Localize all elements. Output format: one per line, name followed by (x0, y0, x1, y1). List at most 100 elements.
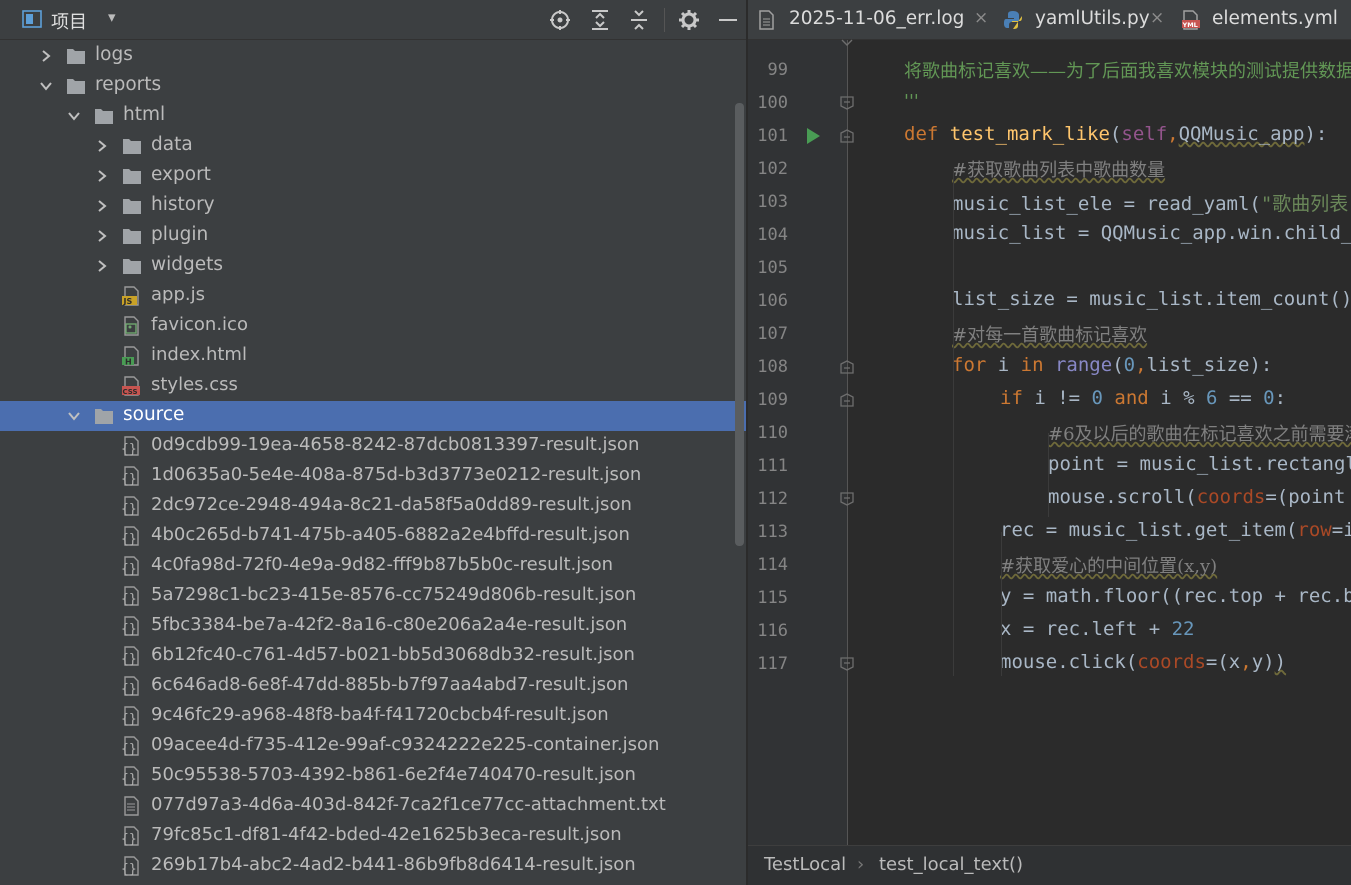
json-file-icon: {} (121, 856, 139, 876)
tree-file-row[interactable]: {} 5fbc3384-be7a-42f2-8a16-c80e206a2a4e-r… (0, 611, 746, 641)
code-line: 将歌曲标记喜欢——为了后面我喜欢模块的测试提供数据 (904, 57, 1351, 83)
svg-text:{}: {} (121, 622, 137, 636)
code-token: #6及以后的歌曲在标记喜欢之前需要滚动 (1048, 424, 1351, 445)
tree-file-row[interactable]: {} 4c0fa98d-72f0-4e9a-9d82-fff9b87b5b0c-r… (0, 551, 746, 581)
code-line: for i in range(0,list_size): (952, 354, 1272, 376)
folder-icon (123, 199, 141, 214)
code-token: x = rec.left + (1000, 618, 1172, 640)
line-number: 99 (767, 60, 788, 80)
tree-file-row[interactable]: {} 79fc85c1-df81-4f42-bded-42e1625b3eca-r… (0, 821, 746, 851)
fold-marker-icon[interactable] (840, 657, 854, 671)
tree-file-row[interactable]: {} 2dc972ce-2948-494a-8c21-da58f5a0dd89-r… (0, 491, 746, 521)
tree-scrollbar[interactable] (735, 103, 744, 546)
close-tab-icon[interactable]: × (1150, 8, 1164, 28)
tree-item-label: 2dc972ce-2948-494a-8c21-da58f5a0dd89-res… (151, 494, 632, 515)
tree-file-row[interactable]: {} 269b17b4-abc2-4ad2-b441-86b9fb8d6414-r… (0, 851, 746, 881)
tree-file-row[interactable]: {} 6b12fc40-c761-4d57-b021-bb5d3068db32-r… (0, 641, 746, 671)
project-view-dropdown-icon[interactable]: ▾ (108, 8, 116, 26)
svg-text:{}: {} (121, 682, 137, 696)
json-file-icon: {} (121, 826, 139, 846)
svg-text:{}: {} (121, 742, 137, 756)
tree-item-label: 6b12fc40-c761-4d57-b021-bb5d3068db32-res… (151, 644, 635, 665)
tree-file-row[interactable]: {} 50c95538-5703-4392-b861-6e2f4e740470-r… (0, 761, 746, 791)
tree-folder-row[interactable]: html (0, 101, 746, 131)
code-line: #获取歌曲列表中歌曲数量 (952, 156, 1165, 182)
tree-item-label: widgets (151, 254, 224, 275)
tree-file-row[interactable]: 077d97a3-4d6a-403d-842f-7ca2f1ce77cc-att… (0, 791, 746, 821)
code-token: i % (1160, 387, 1206, 409)
js-file-icon: JS (122, 286, 139, 306)
tab-label: yamlUtils.py (1035, 8, 1150, 29)
code-line: #获取爱心的中间位置(x,y) (1000, 552, 1217, 578)
fold-marker-icon[interactable] (840, 129, 854, 143)
tree-folder-row[interactable]: source (0, 401, 746, 431)
close-tab-icon[interactable]: × (974, 8, 988, 28)
json-file-icon: {} (121, 526, 139, 546)
svg-text:{}: {} (121, 472, 137, 486)
code-token: == (1217, 387, 1264, 409)
chevron-right-icon[interactable] (95, 131, 109, 161)
code-token: point = music_list.rectangle() (1048, 453, 1351, 475)
tree-folder-row[interactable]: logs (0, 41, 746, 71)
code-line: #对每一首歌曲标记喜欢 (952, 321, 1147, 347)
tree-file-row[interactable]: {} 9c46fc29-a968-48f8-ba4f-f41720cbcb4f-r… (0, 701, 746, 731)
tree-item-label: 077d97a3-4d6a-403d-842f-7ca2f1ce77cc-att… (151, 794, 666, 815)
project-panel-title[interactable]: 项目 (51, 8, 87, 34)
tree-file-row[interactable]: {} 4b0c265d-b741-475b-a405-6882a2e4bffd-r… (0, 521, 746, 551)
fold-marker-icon[interactable] (840, 360, 854, 374)
tree-file-row[interactable]: {} 1d0635a0-5e4e-408a-875d-b3d3773e0212-r… (0, 461, 746, 491)
chevron-down-icon[interactable] (67, 401, 81, 431)
chevron-right-icon[interactable] (95, 251, 109, 281)
minimize-icon[interactable] (715, 7, 741, 33)
tree-file-row[interactable]: JS app.js (0, 281, 746, 311)
html-file-icon: H (122, 346, 139, 366)
fold-marker-icon[interactable] (840, 96, 854, 110)
tree-file-row[interactable]: favicon.ico (0, 311, 746, 341)
tree-item-label: logs (95, 44, 133, 65)
tree-folder-row[interactable]: reports (0, 71, 746, 101)
chevron-down-icon[interactable] (67, 101, 81, 131)
tree-file-row[interactable]: {} 0d9cdb99-19ea-4658-8242-87dcb0813397-r… (0, 431, 746, 461)
chevron-right-icon[interactable] (39, 41, 53, 71)
folder-icon (123, 169, 141, 184)
svg-text:{}: {} (121, 532, 137, 546)
fold-marker-icon[interactable] (840, 393, 854, 407)
code-token: #对每一首歌曲标记喜欢 (952, 325, 1148, 346)
breadcrumb-separator: › (857, 854, 865, 875)
tree-folder-row[interactable]: plugin (0, 221, 746, 251)
breadcrumb-class[interactable]: TestLocal (764, 854, 846, 875)
json-file-icon: {} (121, 556, 139, 576)
chevron-down-icon[interactable] (39, 71, 53, 101)
run-test-icon[interactable] (805, 127, 821, 145)
tree-file-row[interactable]: {} 09acee4d-f735-412e-99af-c9324222e225-c… (0, 731, 746, 761)
gear-icon[interactable] (676, 7, 702, 33)
fold-marker-icon[interactable] (840, 38, 854, 52)
chevron-right-icon[interactable] (95, 161, 109, 191)
fold-marker-icon[interactable] (840, 492, 854, 506)
tree-item-label: favicon.ico (151, 314, 248, 335)
code-token: ( (1109, 123, 1122, 145)
code-token: list_size = music_list.item_count() (952, 288, 1351, 310)
code-line: mouse.click(coords=(x,y)) (1000, 651, 1286, 673)
chevron-right-icon[interactable] (95, 221, 109, 251)
code-token: range (1054, 354, 1113, 376)
chevron-right-icon[interactable] (95, 191, 109, 221)
tree-folder-row[interactable]: data (0, 131, 746, 161)
tree-folder-row[interactable]: export (0, 161, 746, 191)
breadcrumb-method[interactable]: test_local_text() (879, 854, 1023, 875)
svg-text:{}: {} (121, 502, 137, 516)
tree-file-row[interactable]: {} 6c646ad8-6e8f-47dd-885b-b7f97aa4abd7-r… (0, 671, 746, 701)
tab-label: elements.yml (1212, 8, 1338, 29)
css-file-icon: CSS (122, 376, 140, 396)
tree-folder-row[interactable]: widgets (0, 251, 746, 281)
code-token: ) (1274, 651, 1287, 673)
tree-file-row[interactable]: {} 5a7298c1-bc23-415e-8576-cc75249d806b-r… (0, 581, 746, 611)
tree-folder-row[interactable]: history (0, 191, 746, 221)
expand-all-icon[interactable] (587, 7, 613, 33)
locate-file-icon[interactable] (547, 7, 573, 33)
tree-file-row[interactable]: Hindex.html (0, 341, 746, 371)
tree-file-row[interactable]: CSS styles.css (0, 371, 746, 401)
line-number: 111 (757, 456, 788, 476)
collapse-all-icon[interactable] (626, 7, 652, 33)
folder-icon (67, 79, 85, 94)
